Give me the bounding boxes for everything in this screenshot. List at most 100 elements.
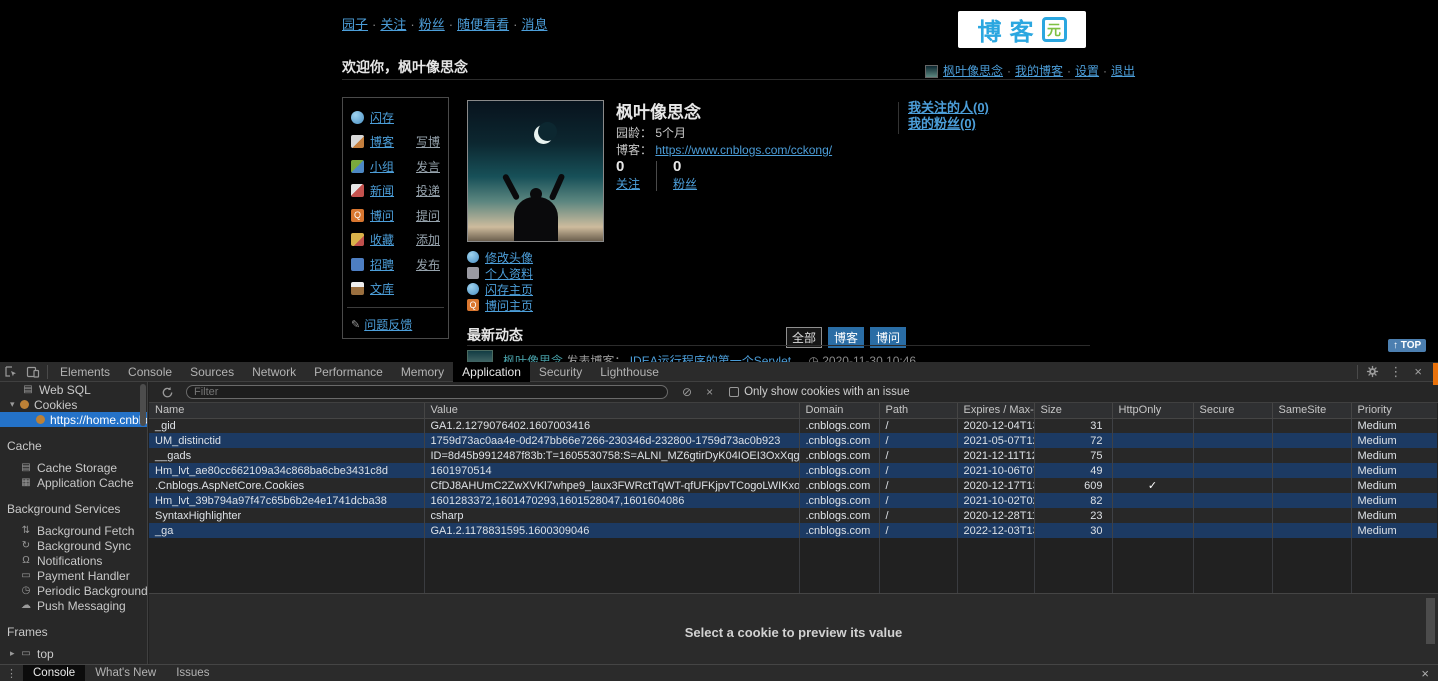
menu-link[interactable]: 博客 — [370, 133, 394, 150]
avatar-link[interactable]: 修改头像 — [485, 249, 533, 266]
sidebar-item-periodic-background-sync[interactable]: ◷ Periodic Background Sync — [0, 583, 147, 598]
user-link[interactable]: 设置 — [1075, 64, 1099, 78]
menu-link[interactable]: 博问 — [370, 207, 394, 224]
table-row[interactable]: UM_distinctid1759d73ac0aa4e-0d247bb66e72… — [149, 433, 1437, 448]
table-row[interactable]: Hm_lvt_ae80cc662109a34c868ba6cbe3431c8d1… — [149, 463, 1437, 478]
sidebar-item-background-sync[interactable]: ↻ Background Sync — [0, 538, 147, 553]
profile-name: 枫叶像思念 — [616, 98, 701, 123]
drawer-close-icon[interactable]: × — [1421, 666, 1429, 681]
column-header[interactable]: SameSite — [1272, 403, 1351, 418]
sidebar-item-application-cache[interactable]: ▦ Application Cache — [0, 475, 147, 490]
feedback-link[interactable]: 问题反馈 — [364, 316, 412, 333]
follow-list-link[interactable]: 我关注的人(0) — [908, 100, 989, 116]
sidebar-scrollbar[interactable] — [140, 384, 146, 426]
overflow-menu-icon[interactable]: ⋮ — [1383, 364, 1408, 380]
drawer-tab-console[interactable]: Console — [23, 665, 85, 681]
devtools-tab-application[interactable]: Application — [453, 362, 530, 382]
table-row[interactable]: SyntaxHighlightercsharp.cnblogs.com/2020… — [149, 508, 1437, 523]
menu-action-link[interactable]: 投递 — [416, 182, 440, 199]
nav-link[interactable]: 园子 — [342, 17, 368, 32]
column-header[interactable]: HttpOnly — [1112, 403, 1193, 418]
column-header[interactable]: Path — [879, 403, 957, 418]
refresh-icon[interactable] — [156, 382, 178, 402]
sidebar-item-background-fetch[interactable]: ⇅ Background Fetch — [0, 523, 147, 538]
device-toolbar-icon[interactable] — [22, 362, 44, 382]
chevron-right-icon[interactable]: ▸ — [10, 648, 20, 659]
nav-link[interactable]: 粉丝 — [419, 17, 445, 32]
blog-url-link[interactable]: https://www.cnblogs.com/cckong/ — [655, 143, 832, 157]
clear-all-icon[interactable]: ⊘ — [682, 385, 692, 399]
sidebar-item-cache-storage[interactable]: ▤ Cache Storage — [0, 460, 147, 475]
menu-action-link[interactable]: 写博 — [416, 133, 440, 150]
column-header[interactable]: Value — [424, 403, 799, 418]
cnblogs-logo[interactable]: 博 客 元 — [958, 11, 1086, 48]
table-cell: / — [879, 433, 957, 448]
column-header[interactable]: Name — [149, 403, 424, 418]
chevron-down-icon[interactable]: ▾ — [10, 399, 20, 410]
avatar-link[interactable]: 个人资料 — [485, 265, 533, 282]
user-link[interactable]: 枫叶像思念 — [943, 64, 1003, 78]
sidebar-item-push-messaging[interactable]: ☁ Push Messaging — [0, 598, 147, 613]
column-header[interactable]: Size — [1034, 403, 1112, 418]
issue-filter-checkbox[interactable] — [729, 387, 739, 397]
drawer-menu-icon[interactable]: ⋮ — [0, 667, 23, 680]
sidebar-item-web-sql[interactable]: ▤ Web SQL — [0, 382, 147, 397]
delete-icon[interactable]: × — [706, 385, 713, 399]
follow-list-link[interactable]: 我的粉丝(0) — [908, 116, 989, 132]
menu-link[interactable]: 闪存 — [370, 109, 394, 126]
column-header[interactable]: Domain — [799, 403, 879, 418]
grid-line — [1112, 538, 1113, 593]
sidebar-item-notifications[interactable]: Ω Notifications — [0, 553, 147, 568]
drawer-tab-issues[interactable]: Issues — [166, 665, 219, 681]
menu-action-link[interactable]: 发言 — [416, 158, 440, 175]
following-link[interactable]: 关注 — [616, 177, 640, 191]
menu-action-link[interactable]: 提问 — [416, 207, 440, 224]
followers-link[interactable]: 粉丝 — [673, 177, 697, 191]
column-header[interactable]: Secure — [1193, 403, 1272, 418]
back-to-top-button[interactable]: ↑ TOP — [1388, 339, 1426, 352]
table-row[interactable]: .Cnblogs.AspNetCore.CookiesCfDJ8AHUmC2Zw… — [149, 478, 1437, 493]
table-row[interactable]: __gadsID=8d45b9912487f83b:T=1605530758:S… — [149, 448, 1437, 463]
sidebar-item-cookies[interactable]: ▾ Cookies — [0, 397, 147, 412]
devtools-tab-console[interactable]: Console — [119, 362, 181, 382]
devtools-tab-lighthouse[interactable]: Lighthouse — [591, 362, 668, 382]
close-devtools-icon[interactable]: × — [1408, 364, 1428, 379]
menu-link[interactable]: 文库 — [370, 280, 394, 297]
menu-action-link[interactable]: 添加 — [416, 231, 440, 248]
cookie-table-header: NameValueDomainPathExpires / Max-A...Siz… — [149, 403, 1437, 418]
nav-link[interactable]: 随便看看 — [457, 17, 509, 32]
menu-link[interactable]: 新闻 — [370, 182, 394, 199]
preview-message: Select a cookie to preview its value — [685, 625, 902, 640]
devtools-tab-performance[interactable]: Performance — [305, 362, 392, 382]
drawer-tab-what-s-new[interactable]: What's New — [85, 665, 166, 681]
devtools-tab-elements[interactable]: Elements — [51, 362, 119, 382]
avatar-link[interactable]: 闪存主页 — [485, 281, 533, 298]
preview-scrollbar[interactable] — [1426, 598, 1435, 644]
menu-action-link[interactable]: 发布 — [416, 256, 440, 273]
column-header[interactable]: Priority — [1351, 403, 1437, 418]
sidebar-item-payment-handler[interactable]: ▭ Payment Handler — [0, 568, 147, 583]
avatar-link[interactable]: 博问主页 — [485, 297, 533, 314]
table-row[interactable]: _gaGA1.2.1178831595.1600309046.cnblogs.c… — [149, 523, 1437, 538]
nav-link[interactable]: 消息 — [521, 17, 547, 32]
table-row[interactable]: _gidGA1.2.1279076402.1607003416.cnblogs.… — [149, 418, 1437, 433]
user-link[interactable]: 我的博客 — [1015, 64, 1063, 78]
sidebar-item-cookie-origin[interactable]: https://home.cnblogs.co — [0, 412, 147, 427]
devtools-tab-memory[interactable]: Memory — [392, 362, 453, 382]
menu-link[interactable]: 收藏 — [370, 231, 394, 248]
settings-gear-icon[interactable] — [1361, 362, 1383, 382]
menu-link[interactable]: 小组 — [370, 158, 394, 175]
column-header[interactable]: Expires / Max-A... — [957, 403, 1034, 418]
filter-input[interactable] — [186, 385, 668, 399]
table-cell: _gid — [149, 418, 424, 433]
menu-link[interactable]: 招聘 — [370, 256, 394, 273]
sidebar-item-frame-top[interactable]: ▸ ▭ top — [0, 646, 147, 661]
devtools-tab-network[interactable]: Network — [243, 362, 305, 382]
user-link[interactable]: 退出 — [1111, 64, 1135, 78]
inspect-element-icon[interactable] — [0, 362, 22, 382]
nav-link[interactable]: 关注 — [380, 17, 406, 32]
devtools-tab-sources[interactable]: Sources — [181, 362, 243, 382]
devtools-tab-security[interactable]: Security — [530, 362, 591, 382]
table-row[interactable]: Hm_lvt_39b794a97f47c65b6b2e4e1741dcba381… — [149, 493, 1437, 508]
question-home-icon: Q — [467, 299, 479, 311]
